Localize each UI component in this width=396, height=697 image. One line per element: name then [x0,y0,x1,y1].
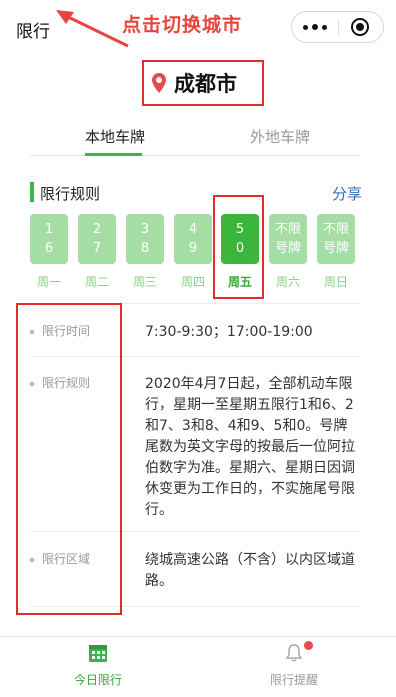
rules-header: 限行规则 分享 [30,182,362,204]
nav-today-restriction[interactable]: 今日限行 [48,643,148,688]
mini-program-capsule [291,11,384,43]
info-value-area: 绕城高速公路（不含）以内区域道路。 [145,552,355,589]
more-menu-button[interactable] [292,12,338,42]
more-dots-icon [303,24,308,30]
day-label: 周日 [323,275,348,289]
nav-restriction-reminder[interactable]: 限行提醒 [244,643,344,688]
day-numbers: 49 [174,214,212,264]
info-value-rule: 2020年4月7日起，全部机动车限行，星期一至星期五限行1和6、2和7、3和8、… [145,376,355,518]
rules-title: 限行规则 [40,185,101,203]
section-marker [30,182,34,202]
day-label: 周二 [84,275,109,289]
day-item-tue[interactable]: 27 周二 [78,214,116,290]
city-name: 成都市 [174,72,237,96]
day-item-sun[interactable]: 不限 号牌 周日 [317,214,355,290]
calendar-icon [89,645,107,662]
share-button[interactable]: 分享 [332,183,362,204]
nav-today-label: 今日限行 [73,673,122,687]
day-numbers: 27 [78,214,116,264]
city-selector[interactable]: 成都市 [142,60,264,106]
annotation-arrow-icon [56,10,129,48]
plate-tabs: 本地车牌 外地车牌 [30,120,360,156]
nav-reminder-label: 限行提醒 [269,673,318,687]
info-value-time: 7:30-9:30；17:00-19:00 [145,324,313,340]
day-item-mon[interactable]: 16 周一 [30,214,68,290]
day-item-sat[interactable]: 不限 号牌 周六 [269,214,307,290]
weekday-restriction-list: 16 周一 27 周二 38 周三 49 周四 50 周五 不限 号牌 周六 不限… [30,214,362,294]
tab-active-indicator [85,153,142,156]
close-target-icon[interactable] [351,18,369,36]
day-item-wed[interactable]: 38 周三 [126,214,164,290]
annotation-text: 点击切换城市 [122,14,243,36]
day-item-thu[interactable]: 49 周四 [174,214,212,290]
day-label: 周四 [180,275,205,289]
day-label: 周一 [36,275,61,289]
top-bar: 限行 点击切换城市 [0,0,396,56]
location-pin-icon [152,73,166,93]
bottom-nav: 今日限行 限行提醒 [0,636,396,697]
page-title: 限行 [16,22,50,42]
day-numbers: 16 [30,214,68,264]
highlight-box-info-keys [16,303,122,615]
bell-icon [285,644,303,662]
tab-local-plate[interactable]: 本地车牌 [85,126,145,147]
tab-nonlocal-plate[interactable]: 外地车牌 [250,126,310,147]
day-label: 周三 [132,275,157,289]
notification-dot [304,641,313,650]
day-label: 周六 [275,275,300,289]
day-numbers: 不限 号牌 [317,214,355,264]
highlight-box-today [213,195,264,299]
day-numbers: 38 [126,214,164,264]
day-numbers: 不限 号牌 [269,214,307,264]
